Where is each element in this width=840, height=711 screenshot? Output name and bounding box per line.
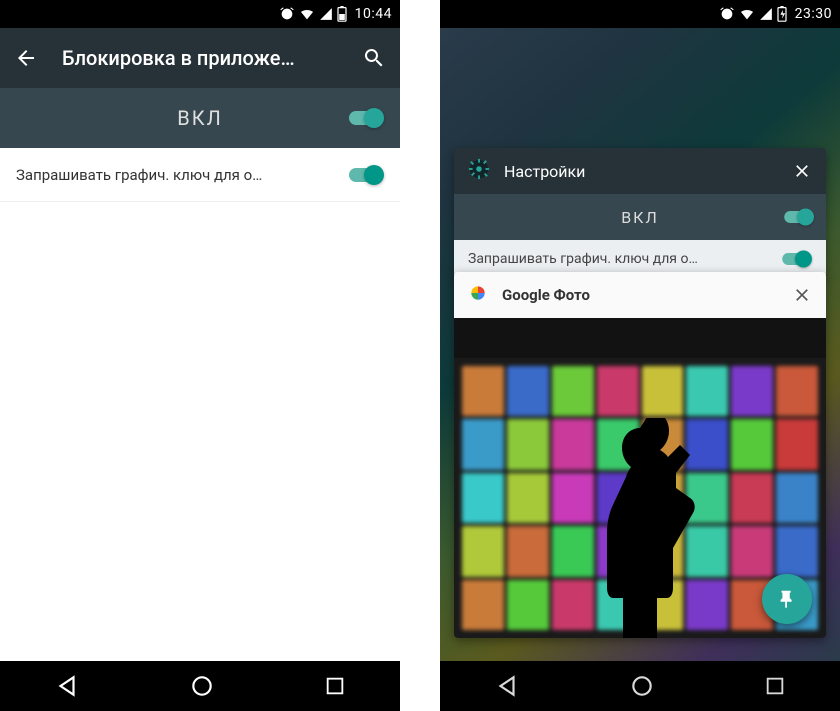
- card-title: Google Фото: [502, 286, 778, 304]
- card-preview-topbar: [454, 318, 826, 358]
- back-button[interactable]: [14, 46, 38, 70]
- photo-tile: [597, 366, 639, 416]
- cell-signal-icon: [319, 7, 333, 21]
- photo-tile: [507, 580, 549, 630]
- close-card-button[interactable]: [792, 161, 812, 181]
- recents-card-settings[interactable]: Настройки ВКЛ Запрашивать графич. ключ д…: [454, 148, 826, 278]
- setting-row-require-pattern[interactable]: Запрашивать графич. ключ для о…: [0, 148, 400, 202]
- photo-tile: [462, 366, 504, 416]
- card-preview-setting-label: Запрашивать графич. ключ для о…: [468, 251, 776, 267]
- nav-home-button[interactable]: [629, 673, 655, 699]
- person-silhouette: [575, 418, 705, 638]
- photo-tile: [731, 366, 773, 416]
- status-bar: 23:30: [440, 0, 840, 28]
- cell-signal-icon: [759, 7, 773, 21]
- photo-tile: [776, 366, 818, 416]
- battery-icon: [337, 6, 347, 22]
- photo-tile: [507, 419, 549, 469]
- card-title: Настройки: [504, 162, 778, 181]
- setting-label: Запрашивать графич. ключ для о…: [16, 166, 348, 184]
- nav-back-button[interactable]: [494, 673, 520, 699]
- pin-app-button[interactable]: [762, 574, 812, 624]
- setting-switch[interactable]: [348, 165, 384, 185]
- photo-tile: [462, 580, 504, 630]
- photo-tile: [507, 366, 549, 416]
- alarm-icon: [279, 6, 295, 22]
- nav-back-button[interactable]: [54, 673, 80, 699]
- photo-tile: [776, 419, 818, 469]
- card-preview-setting-switch: [781, 251, 812, 268]
- photo-tile: [642, 366, 684, 416]
- card-preview-enable-label: ВКЛ: [621, 208, 659, 227]
- card-header: Настройки: [454, 148, 826, 194]
- card-preview-body: [454, 318, 826, 638]
- status-time: 10:44: [355, 6, 392, 22]
- wifi-icon: [299, 6, 315, 22]
- search-button[interactable]: [362, 46, 386, 70]
- master-toggle-switch[interactable]: [348, 108, 384, 128]
- photo-tile: [731, 526, 773, 576]
- page-title: Блокировка в приложе…: [62, 46, 338, 70]
- photo-tile: [507, 473, 549, 523]
- photo-tile: [776, 473, 818, 523]
- nav-home-button[interactable]: [189, 673, 215, 699]
- photo-tile: [686, 366, 728, 416]
- photo-tile: [776, 526, 818, 576]
- master-toggle-label: ВКЛ: [177, 106, 222, 130]
- photo-tile: [462, 419, 504, 469]
- card-preview-enable-row: ВКЛ: [454, 194, 826, 240]
- settings-icon: [468, 158, 490, 184]
- nav-recents-button[interactable]: [324, 675, 346, 697]
- master-toggle-row[interactable]: ВКЛ: [0, 88, 400, 148]
- card-preview-switch: [783, 209, 814, 226]
- photo-tile: [552, 366, 594, 416]
- google-photos-icon: [468, 283, 488, 307]
- navigation-bar: [440, 661, 840, 711]
- close-card-button[interactable]: [792, 285, 812, 305]
- card-header: Google Фото: [454, 272, 826, 318]
- app-bar: Блокировка в приложе…: [0, 28, 400, 88]
- navigation-bar: [0, 661, 400, 711]
- photo-tile: [731, 473, 773, 523]
- status-time: 23:30: [795, 6, 832, 22]
- photo-tile: [462, 526, 504, 576]
- recents-overview: Настройки ВКЛ Запрашивать графич. ключ д…: [454, 148, 826, 638]
- photo-stage: [454, 358, 826, 638]
- photo-tile: [507, 526, 549, 576]
- photo-tile: [731, 419, 773, 469]
- battery-charging-icon: [777, 6, 787, 22]
- nav-recents-button[interactable]: [764, 675, 786, 697]
- alarm-icon: [719, 6, 735, 22]
- photo-tile: [462, 473, 504, 523]
- wifi-icon: [739, 6, 755, 22]
- status-bar: 10:44: [0, 0, 400, 28]
- recents-card-photos[interactable]: Google Фото: [454, 272, 826, 638]
